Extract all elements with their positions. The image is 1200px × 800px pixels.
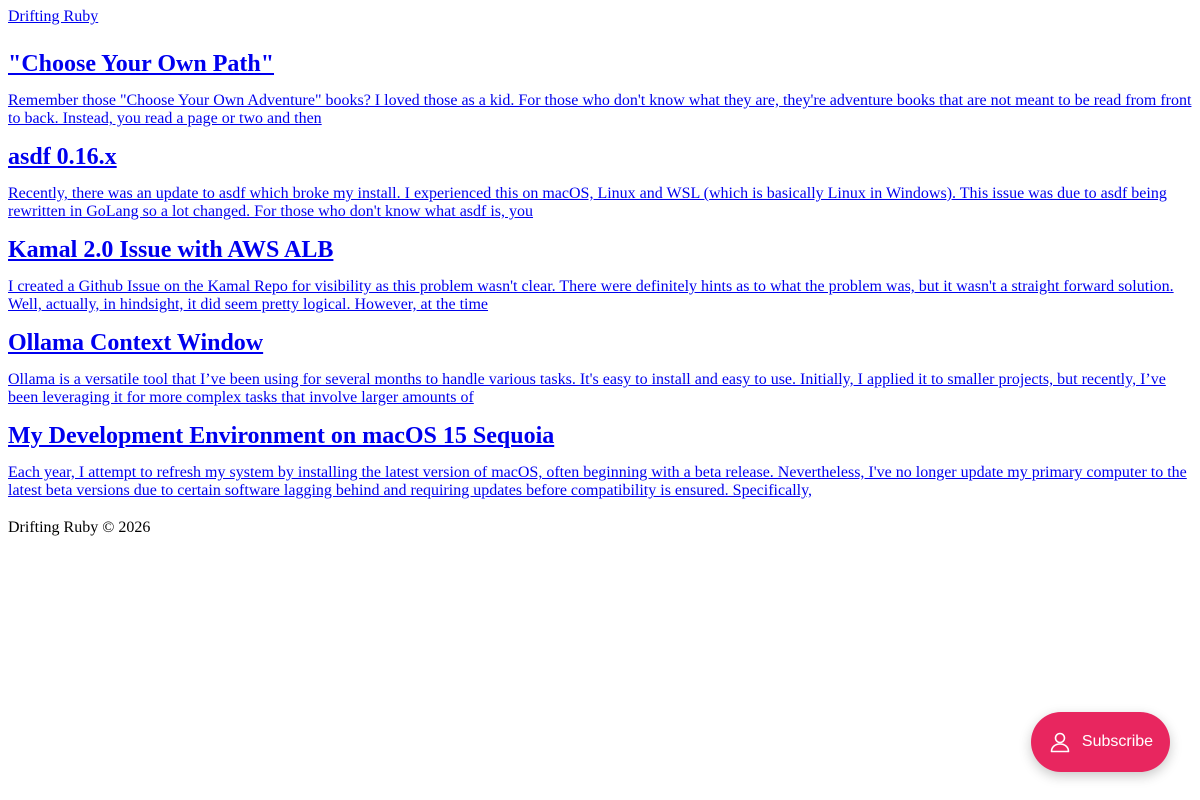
post-excerpt-link[interactable]: Remember those "Choose Your Own Adventur… <box>8 92 1192 128</box>
user-icon <box>1048 730 1072 754</box>
footer-copyright: Drifting Ruby © 2026 <box>8 519 151 536</box>
post-title-link[interactable]: asdf 0.16.x <box>8 143 1192 171</box>
post-title-link[interactable]: My Development Environment on macOS 15 S… <box>8 422 1192 450</box>
post-title-link[interactable]: "Choose Your Own Path" <box>8 50 1192 78</box>
post-item: Kamal 2.0 Issue with AWS ALB I created a… <box>8 236 1192 314</box>
post-excerpt-link[interactable]: Recently, there was an update to asdf wh… <box>8 185 1192 221</box>
subscribe-button[interactable]: Subscribe <box>1031 712 1170 772</box>
post-title-link[interactable]: Ollama Context Window <box>8 329 1192 357</box>
post-excerpt-link[interactable]: Ollama is a versatile tool that I’ve bee… <box>8 371 1192 407</box>
post-title-link[interactable]: Kamal 2.0 Issue with AWS ALB <box>8 236 1192 264</box>
post-excerpt-link[interactable]: Each year, I attempt to refresh my syste… <box>8 464 1192 500</box>
post-item: Ollama Context Window Ollama is a versat… <box>8 329 1192 407</box>
page: Drifting Ruby "Choose Your Own Path" Rem… <box>0 0 1200 537</box>
post-excerpt-link[interactable]: I created a Github Issue on the Kamal Re… <box>8 278 1192 314</box>
post-item: asdf 0.16.x Recently, there was an updat… <box>8 143 1192 221</box>
subscribe-label: Subscribe <box>1081 733 1154 750</box>
site-home-link[interactable]: Drifting Ruby <box>8 8 98 26</box>
post-item: "Choose Your Own Path" Remember those "C… <box>8 50 1192 128</box>
post-item: My Development Environment on macOS 15 S… <box>8 422 1192 500</box>
